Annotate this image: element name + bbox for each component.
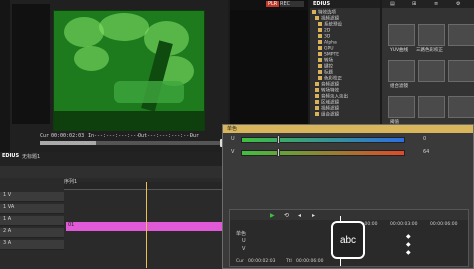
video-preview [53, 10, 205, 131]
settings-icon: ⚙ [456, 1, 461, 7]
loop-icon: ⟲ [284, 212, 290, 219]
list-icon: ≡ [434, 1, 439, 7]
track-header[interactable]: 1 V [0, 192, 64, 202]
timeline-clip[interactable]: 01 [66, 222, 222, 231]
fx-cell[interactable] [418, 96, 445, 118]
color-dialog: 单色 U 0 V 64 ▶ ⟲ ◂ ▸ 00:00:00:00 00:00:03… [222, 124, 474, 269]
edius-brand: EDIUS [313, 1, 331, 7]
clip-label: 01 [68, 222, 75, 228]
u-slider[interactable] [241, 137, 405, 143]
ruler-mid: 00:00:03:00 [390, 222, 418, 227]
keyframe-toolbar: ▶ ⟲ ◂ ▸ [230, 210, 468, 220]
fx-cell[interactable] [448, 96, 474, 118]
player-scrub-bar[interactable] [40, 141, 226, 145]
keyframe-marker: ◆ [406, 233, 411, 240]
player-out-label: Out [138, 133, 148, 139]
fx-label: 三路色彩校正 [416, 48, 443, 53]
timeline-playhead[interactable] [146, 182, 147, 268]
key-track[interactable]: U [242, 238, 246, 244]
u-label: U [231, 136, 235, 142]
player-left-toolbar [0, 0, 10, 152]
fx-cell[interactable] [388, 60, 415, 82]
track-header[interactable]: 1 VA [0, 204, 64, 214]
ruler-end: 00:00:06:00 [430, 222, 458, 227]
dialog-titlebar[interactable]: 单色 [223, 125, 473, 133]
effects-grid-toolbar: ▤ ⊞ ≡ ⚙ [382, 0, 474, 8]
player-in-time: ---:---:---:--- [94, 133, 140, 139]
fx-cell[interactable] [418, 24, 445, 46]
u-value[interactable]: 0 [423, 136, 426, 142]
key-track[interactable]: 单色 [236, 230, 246, 237]
track-header[interactable]: 1 A [0, 216, 64, 226]
fx-label: YUV曲线 [390, 48, 409, 53]
track-header[interactable]: 3 A [0, 240, 64, 250]
v-value[interactable]: 64 [423, 149, 429, 155]
dialog-ttl-label: Ttl [286, 259, 292, 264]
project-label: 无标题1 [22, 154, 41, 160]
effects-tree: 特效选项 视频滤镜 系统预设 2D 3D Alpha GPU SMPTE 转场 … [312, 10, 378, 118]
dialog-title: 单色 [227, 126, 238, 132]
folder-icon: ▤ [390, 1, 395, 7]
player-cur-label: Cur [40, 133, 50, 139]
keyframe-marker: ◆ [406, 241, 411, 248]
fx-label: 组合滤镜 [390, 84, 408, 89]
plr-label[interactable]: PLR [266, 1, 280, 7]
v-label: V [231, 149, 235, 155]
player-cur-time: 00:00:02:03 [51, 133, 85, 139]
sequence-tab[interactable]: 序列1 [64, 178, 77, 185]
fx-cell[interactable] [448, 60, 474, 82]
player-panel: Cur 00:00:02:03 In ---:---:---:--- Out -… [0, 0, 228, 152]
dialog-ttl-time: 00:00:06:00 [296, 259, 324, 264]
player-out-time: ---:---:---:--- [147, 133, 193, 139]
tree-item[interactable]: 组合滤镜 [312, 112, 378, 118]
player-right-area [230, 10, 308, 140]
rec-button[interactable]: REC [280, 1, 304, 7]
v-slider-thumb[interactable] [277, 148, 281, 157]
fx-cell[interactable] [388, 96, 415, 118]
fx-cell[interactable] [388, 24, 415, 46]
prev-key-icon: ◂ [298, 212, 302, 219]
u-slider-thumb[interactable] [277, 135, 281, 144]
key-track[interactable]: V [242, 246, 245, 252]
v-slider[interactable] [241, 150, 405, 156]
play-icon: ▶ [270, 212, 275, 219]
keyframe-marker: ◆ [406, 249, 411, 256]
edius-brand-timeline: EDIUS [2, 153, 20, 159]
fx-cell[interactable] [418, 60, 445, 82]
dialog-cur-time: 00:00:02:03 [248, 259, 276, 264]
player-side-area [12, 4, 50, 124]
fx-cell[interactable] [448, 24, 474, 46]
grid-icon: ⊞ [412, 1, 417, 7]
dialog-cur-label: Cur [236, 259, 244, 264]
track-header[interactable]: 2 A [0, 228, 64, 238]
next-key-icon: ▸ [312, 212, 316, 219]
player-dur-label: Dur [190, 133, 200, 139]
title-icon[interactable]: abc [331, 221, 365, 259]
